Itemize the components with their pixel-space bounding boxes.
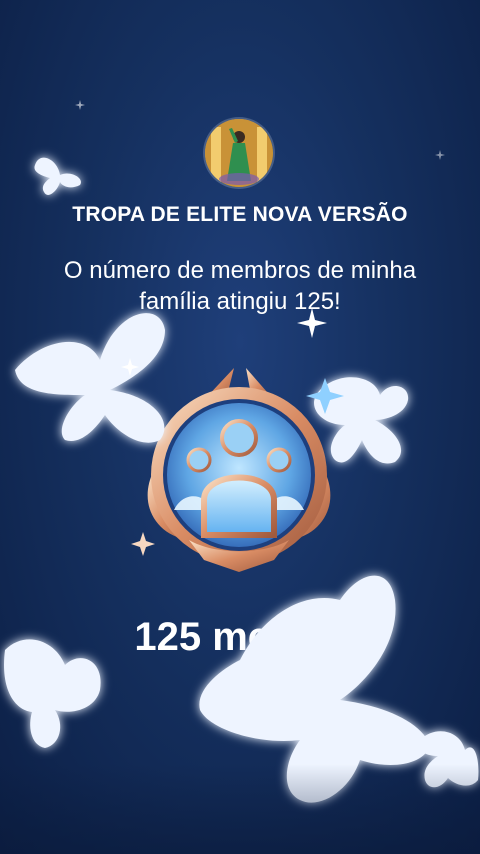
family-members-badge-icon <box>134 360 344 580</box>
sparkle-icon <box>75 100 85 110</box>
milestone-message: O número de membros de minha família ati… <box>63 257 417 315</box>
bottom-fade <box>0 764 480 854</box>
family-name: TROPA DE ELITE NOVA VERSÃO <box>72 203 408 226</box>
butterfly-icon <box>34 157 81 195</box>
avatar-image <box>205 119 273 187</box>
sparkle-icon <box>435 150 445 160</box>
family-avatar-icon[interactable] <box>205 119 273 187</box>
milestone-screen: TROPA DE ELITE NOVA VERSÃO O número de m… <box>0 0 480 854</box>
members-count: 125 membr <box>134 615 346 659</box>
reward-label: Pre <box>222 684 258 709</box>
